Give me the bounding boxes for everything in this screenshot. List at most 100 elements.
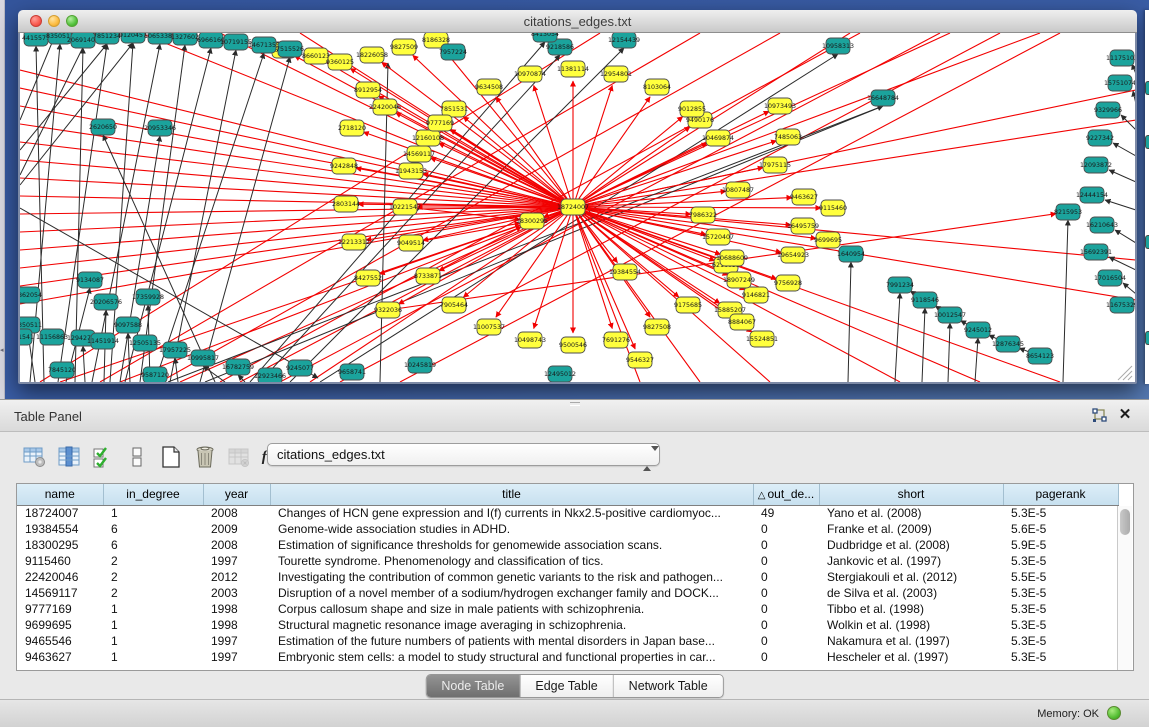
network-node[interactable]: 8733871	[414, 268, 442, 284]
table-cell[interactable]: 9699695	[17, 617, 103, 633]
table-cell[interactable]: 1998	[203, 617, 270, 633]
table-mode-button[interactable]	[20, 442, 50, 472]
network-node[interactable]: 17975115	[759, 157, 791, 173]
network-node[interactable]: 9115460	[819, 200, 847, 216]
network-node[interactable]: 12954801	[600, 66, 632, 82]
table-cell[interactable]: 9777169	[17, 601, 103, 617]
import-table-button[interactable]	[224, 442, 254, 472]
network-node[interactable]: 11381114	[557, 61, 589, 77]
table-cell[interactable]: 0	[753, 553, 819, 569]
table-cell[interactable]: 5.3E-5	[1003, 617, 1118, 633]
splitter-collapse-icon[interactable]: ◂	[0, 346, 5, 355]
table-row[interactable]: 969969511998Structural magnetic resonanc…	[17, 617, 1118, 633]
table-row[interactable]: 946362711997Embryonic stem cells: a mode…	[17, 649, 1118, 665]
table-row[interactable]: 1456911722003Disruption of a novel membe…	[17, 585, 1118, 601]
network-node[interactable]: 11156863	[36, 329, 68, 345]
table-row[interactable]: 2242004622012Investigating the contribut…	[17, 569, 1118, 585]
network-node[interactable]: 1640954	[837, 246, 865, 262]
network-node[interactable]: 10498743	[514, 332, 546, 348]
network-node[interactable]: 10012547	[934, 307, 966, 323]
table-cell[interactable]: 18724007	[17, 505, 103, 521]
table-cell[interactable]: Tourette syndrome. Phenomenology and cla…	[270, 553, 753, 569]
table-cell[interactable]: 5.3E-5	[1003, 633, 1118, 649]
table-scrollbar[interactable]	[1117, 506, 1132, 670]
table-cell[interactable]: 5.5E-5	[1003, 569, 1118, 585]
network-node[interactable]: 8413054	[531, 33, 559, 42]
table-cell[interactable]: 0	[753, 649, 819, 665]
network-node[interactable]: 9120457	[119, 33, 147, 43]
table-cell[interactable]: Estimation of the future numbers of pati…	[270, 633, 753, 649]
table-cell[interactable]: 5.3E-5	[1003, 505, 1118, 521]
show-column-button[interactable]	[54, 442, 84, 472]
table-cell[interactable]: Genome-wide association studies in ADHD.	[270, 521, 753, 537]
table-cell[interactable]: 6	[103, 537, 203, 553]
network-node[interactable]: 8884067	[728, 314, 756, 330]
table-cell[interactable]: 1997	[203, 553, 270, 569]
network-node[interactable]: 16782759	[222, 359, 254, 375]
network-node[interactable]: 11175103	[1106, 50, 1135, 66]
network-node[interactable]: 2718120	[338, 120, 366, 136]
table-cell[interactable]: 9465546	[17, 633, 103, 649]
network-node[interactable]: 9500546	[559, 337, 587, 353]
network-node[interactable]: 10970874	[514, 66, 546, 82]
network-node[interactable]: 10469874	[702, 130, 734, 146]
table-cell[interactable]: 18300295	[17, 537, 103, 553]
background-window-sliver[interactable]	[1145, 10, 1149, 384]
table-cell[interactable]: 0	[753, 537, 819, 553]
table-cell[interactable]: 1	[103, 633, 203, 649]
network-node[interactable]: 7691276	[602, 332, 630, 348]
network-node[interactable]: 15751074	[1104, 75, 1135, 91]
table-cell[interactable]: 1	[103, 601, 203, 617]
network-node[interactable]: 18300295	[516, 213, 548, 229]
network-node[interactable]: 19384554	[609, 264, 641, 280]
table-cell[interactable]: 2	[103, 585, 203, 601]
table-row[interactable]: 977716911998Corpus callosum shape and si…	[17, 601, 1118, 617]
table-row[interactable]: 1872400712008Changes of HCN gene express…	[17, 505, 1118, 521]
memory-status-icon[interactable]	[1107, 706, 1121, 720]
network-node[interactable]: 1327602	[171, 33, 199, 45]
network-node[interactable]: 20953346	[144, 120, 176, 136]
table-scrollbar-thumb[interactable]	[1120, 509, 1130, 535]
float-panel-icon[interactable]	[1091, 408, 1107, 424]
network-node[interactable]: 12505135	[129, 335, 161, 351]
table-cell[interactable]: 1	[103, 617, 203, 633]
network-node[interactable]: 12093872	[1080, 157, 1112, 173]
network-node[interactable]: 9699695	[814, 232, 842, 248]
network-node[interactable]: 20206576	[90, 294, 122, 310]
table-cell[interactable]: 2	[103, 553, 203, 569]
table-cell[interactable]: 14569117	[17, 585, 103, 601]
table-cell[interactable]: 5.3E-5	[1003, 585, 1118, 601]
network-node[interactable]: 19654923	[777, 247, 809, 263]
network-node[interactable]: 9012855	[678, 101, 706, 117]
column-header[interactable]: title	[270, 484, 753, 505]
table-cell[interactable]: Changes of HCN gene expression and I(f) …	[270, 505, 753, 521]
table-cell[interactable]: Wolkin et al. (1998)	[819, 617, 1003, 633]
network-node[interactable]: 18226058	[356, 47, 388, 63]
table-cell[interactable]: Embryonic stem cells: a model to study s…	[270, 649, 753, 665]
delete-column-button[interactable]	[190, 442, 220, 472]
network-node[interactable]: 9634508	[475, 79, 503, 95]
tab-edge-table[interactable]: Edge Table	[520, 675, 613, 697]
network-node[interactable]: 12495012	[544, 366, 576, 382]
table-cell[interactable]: 1997	[203, 633, 270, 649]
network-node[interactable]: 17359928	[132, 289, 164, 305]
table-cell[interactable]: 22420046	[17, 569, 103, 585]
close-panel-icon[interactable]: ✕	[1117, 406, 1133, 424]
network-node[interactable]: 7957224	[439, 44, 467, 60]
table-cell[interactable]: Corpus callosum shape and size in male p…	[270, 601, 753, 617]
column-header[interactable]: year	[203, 484, 270, 505]
network-node[interactable]: 9546327	[626, 352, 654, 368]
network-node[interactable]: 9242848	[330, 158, 358, 174]
table-cell[interactable]: 9115460	[17, 553, 103, 569]
network-node[interactable]: 9097588	[114, 317, 142, 333]
network-node[interactable]: 22420046	[369, 99, 401, 115]
network-canvas[interactable]: 1872400791154609463627969969516495759196…	[20, 33, 1135, 382]
table-row[interactable]: 911546021997Tourette syndrome. Phenomeno…	[17, 553, 1118, 569]
table-cell[interactable]: 1998	[203, 601, 270, 617]
network-node[interactable]: 9245077	[286, 360, 314, 376]
table-cell[interactable]: 5.9E-5	[1003, 537, 1118, 553]
table-row[interactable]: 1830029562008Estimation of significance …	[17, 537, 1118, 553]
network-node[interactable]: 9329966	[1094, 102, 1122, 118]
table-cell[interactable]: Investigating the contribution of common…	[270, 569, 753, 585]
table-row[interactable]: 1938455462009Genome-wide association stu…	[17, 521, 1118, 537]
